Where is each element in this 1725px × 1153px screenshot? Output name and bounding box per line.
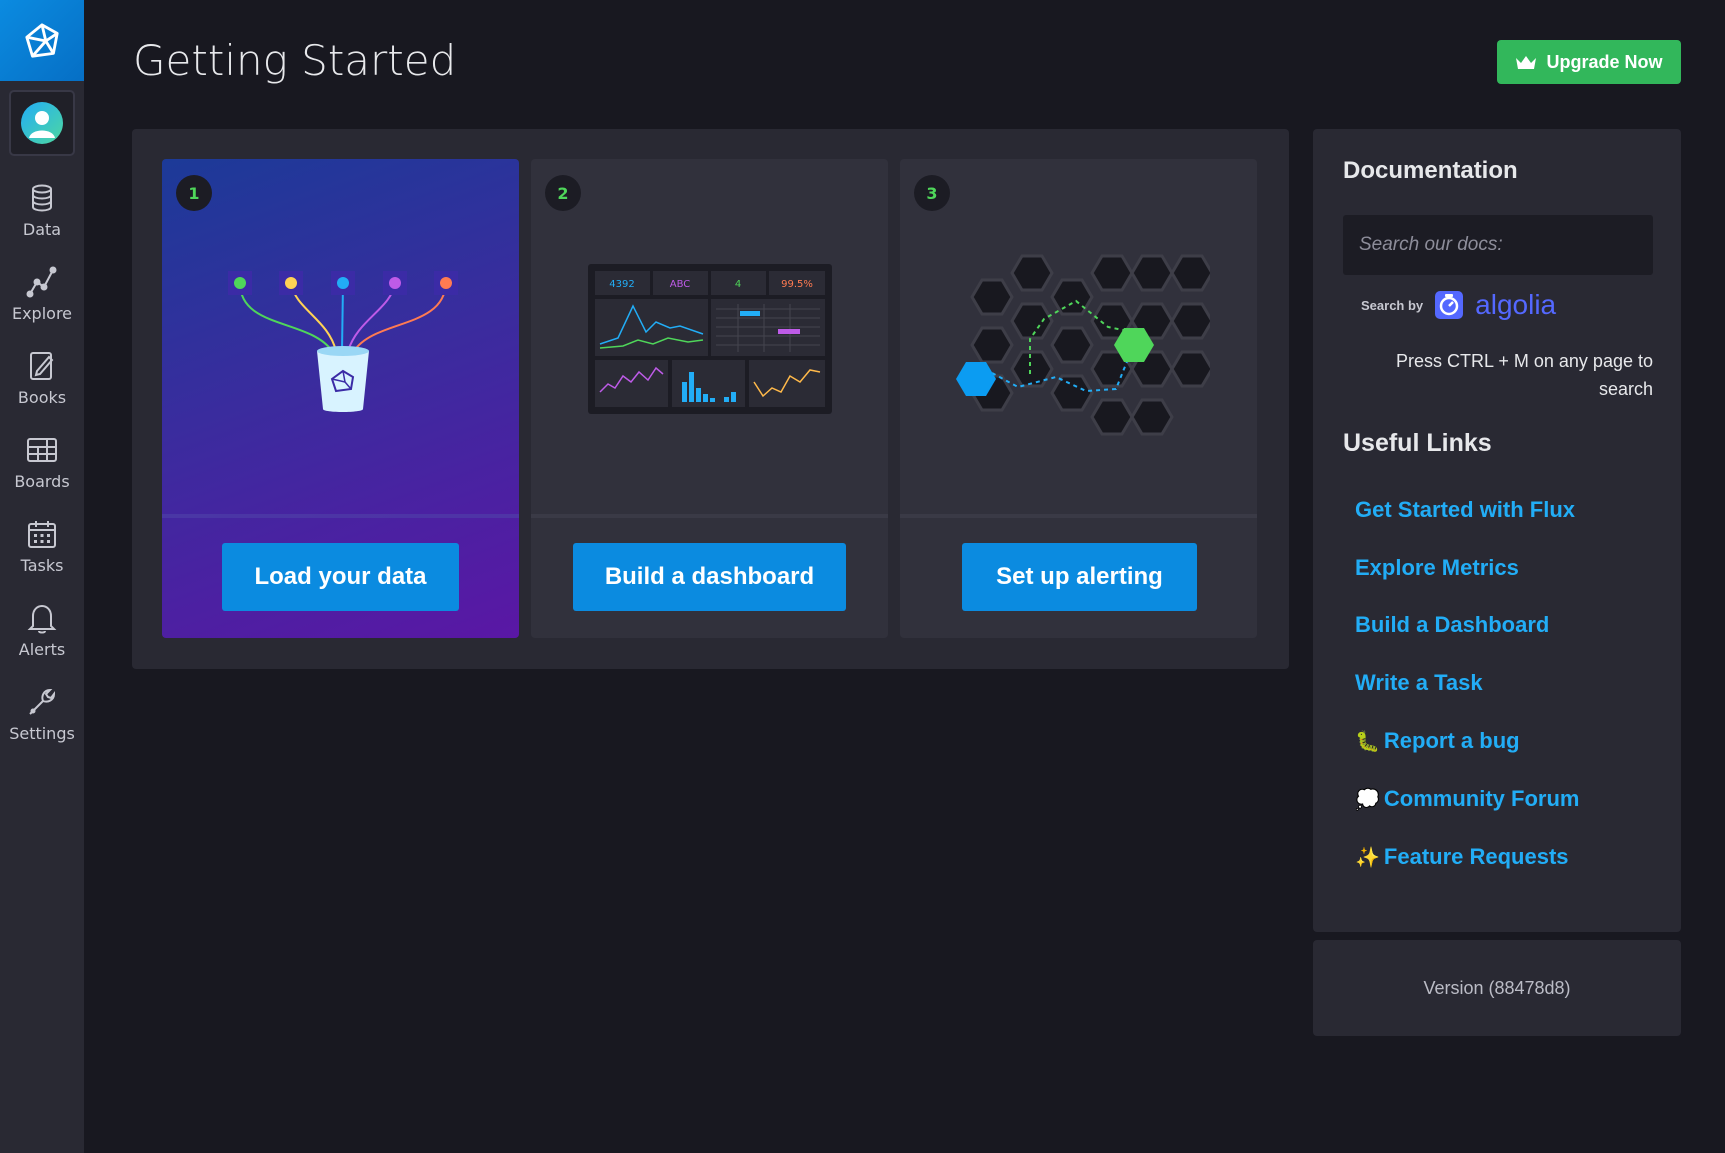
sidebar-item-label: Books	[17, 388, 67, 407]
step-badge: 2	[545, 175, 581, 211]
sidebar-item-label: Explore	[11, 304, 73, 323]
link-build-dashboard[interactable]: Build a Dashboard	[1355, 612, 1549, 638]
dashboard-icon	[26, 434, 58, 466]
link-report-bug[interactable]: 🐛 Report a bug	[1355, 728, 1520, 754]
mini-stat: 99.5%	[781, 279, 813, 290]
sparkles-icon: ✨	[1355, 846, 1380, 869]
link-label: Write a Task	[1355, 670, 1483, 695]
version-info: Version (88478d8)	[1313, 940, 1681, 1036]
set-up-alerting-button[interactable]: Set up alerting	[962, 543, 1197, 611]
graph-icon	[26, 266, 58, 298]
link-get-started-flux[interactable]: Get Started with Flux	[1355, 497, 1575, 523]
page-title: Getting Started	[133, 36, 457, 85]
algolia-stopwatch-icon	[1435, 291, 1464, 319]
database-icon	[29, 182, 55, 214]
link-community-forum[interactable]: 💭 Community Forum	[1355, 786, 1579, 812]
thought-bubble-icon: 💭	[1355, 788, 1380, 811]
step-badge: 3	[914, 175, 950, 211]
upgrade-label: Upgrade Now	[1546, 51, 1663, 72]
sidebar-item-boards[interactable]: Boards	[0, 434, 84, 512]
link-label: Community Forum	[1383, 786, 1580, 811]
sidebar-item-settings[interactable]: Settings	[0, 686, 84, 764]
sidebar-item-tasks[interactable]: Tasks	[0, 518, 84, 596]
build-dashboard-card: 2 4392 ABC 4 99.5% Build a dashboard	[531, 159, 888, 638]
user-menu[interactable]	[9, 90, 75, 156]
sidebar-item-label: Boards	[14, 472, 70, 491]
mini-stat: 4392	[609, 279, 634, 290]
sidebar-item-label: Alerts	[18, 640, 66, 659]
card-divider	[162, 514, 519, 518]
dashboard-illustration: 4392 ABC 4 99.5%	[588, 264, 832, 414]
link-label: Report a bug	[1383, 728, 1520, 753]
sidebar-item-label: Data	[22, 220, 62, 239]
load-data-card: 1 Load your data	[162, 159, 519, 638]
sidebar: Data Explore Books Boards Tasks Alerts S…	[0, 0, 84, 1153]
mini-stat: ABC	[670, 279, 691, 290]
documentation-title: Documentation	[1343, 157, 1518, 184]
version-label: Version (88478d8)	[1423, 977, 1571, 998]
data-bucket-illustration	[228, 271, 458, 412]
sidebar-item-label: Tasks	[20, 556, 64, 575]
sidebar-item-data[interactable]: Data	[0, 182, 84, 260]
upgrade-now-button[interactable]: Upgrade Now	[1497, 40, 1681, 84]
algolia-attribution[interactable]: Search by algolia	[1361, 289, 1556, 321]
sidebar-item-books[interactable]: Books	[0, 350, 84, 428]
step-badge: 1	[176, 175, 212, 211]
alerting-illustration	[956, 254, 1210, 436]
algolia-logo: algolia	[1475, 289, 1557, 320]
load-your-data-button[interactable]: Load your data	[222, 543, 459, 611]
link-explore-metrics[interactable]: Explore Metrics	[1355, 555, 1519, 581]
card-divider	[531, 514, 888, 518]
crown-icon	[1516, 56, 1537, 69]
logo-icon	[25, 22, 59, 58]
build-a-dashboard-button[interactable]: Build a dashboard	[573, 543, 846, 611]
sidebar-item-label: Settings	[9, 724, 75, 743]
notebook-icon	[28, 350, 56, 382]
getting-started-panel: 1 Load your data 2 4392 ABC 4 99.5% Buil…	[132, 129, 1289, 669]
link-label: Get Started with Flux	[1355, 497, 1576, 522]
user-icon	[29, 111, 55, 138]
card-divider	[900, 514, 1257, 518]
link-label: Explore Metrics	[1355, 555, 1519, 580]
bug-icon: 🐛	[1355, 730, 1380, 753]
link-label: Feature Requests	[1383, 844, 1569, 869]
docs-search-input[interactable]	[1343, 215, 1653, 275]
useful-links-title: Useful Links	[1343, 429, 1492, 457]
sidebar-item-alerts[interactable]: Alerts	[0, 602, 84, 680]
keyboard-shortcut-hint: Press CTRL + M on any page to search	[1396, 351, 1653, 399]
avatar	[21, 102, 63, 144]
link-feature-requests[interactable]: ✨ Feature Requests	[1355, 844, 1569, 870]
sidebar-item-explore[interactable]: Explore	[0, 266, 84, 344]
link-label: Build a Dashboard	[1355, 612, 1550, 637]
link-write-task[interactable]: Write a Task	[1355, 670, 1483, 696]
influxdb-logo[interactable]	[0, 0, 84, 81]
wrench-icon	[26, 686, 58, 718]
documentation-panel: Documentation Search by algolia Press CT…	[1313, 129, 1681, 932]
calendar-icon	[27, 518, 57, 550]
set-up-alerting-card: 3 Set up alerting	[900, 159, 1257, 638]
bell-icon	[27, 602, 57, 634]
mini-stat: 4	[735, 279, 741, 290]
search-by-label: Search by	[1361, 297, 1424, 313]
